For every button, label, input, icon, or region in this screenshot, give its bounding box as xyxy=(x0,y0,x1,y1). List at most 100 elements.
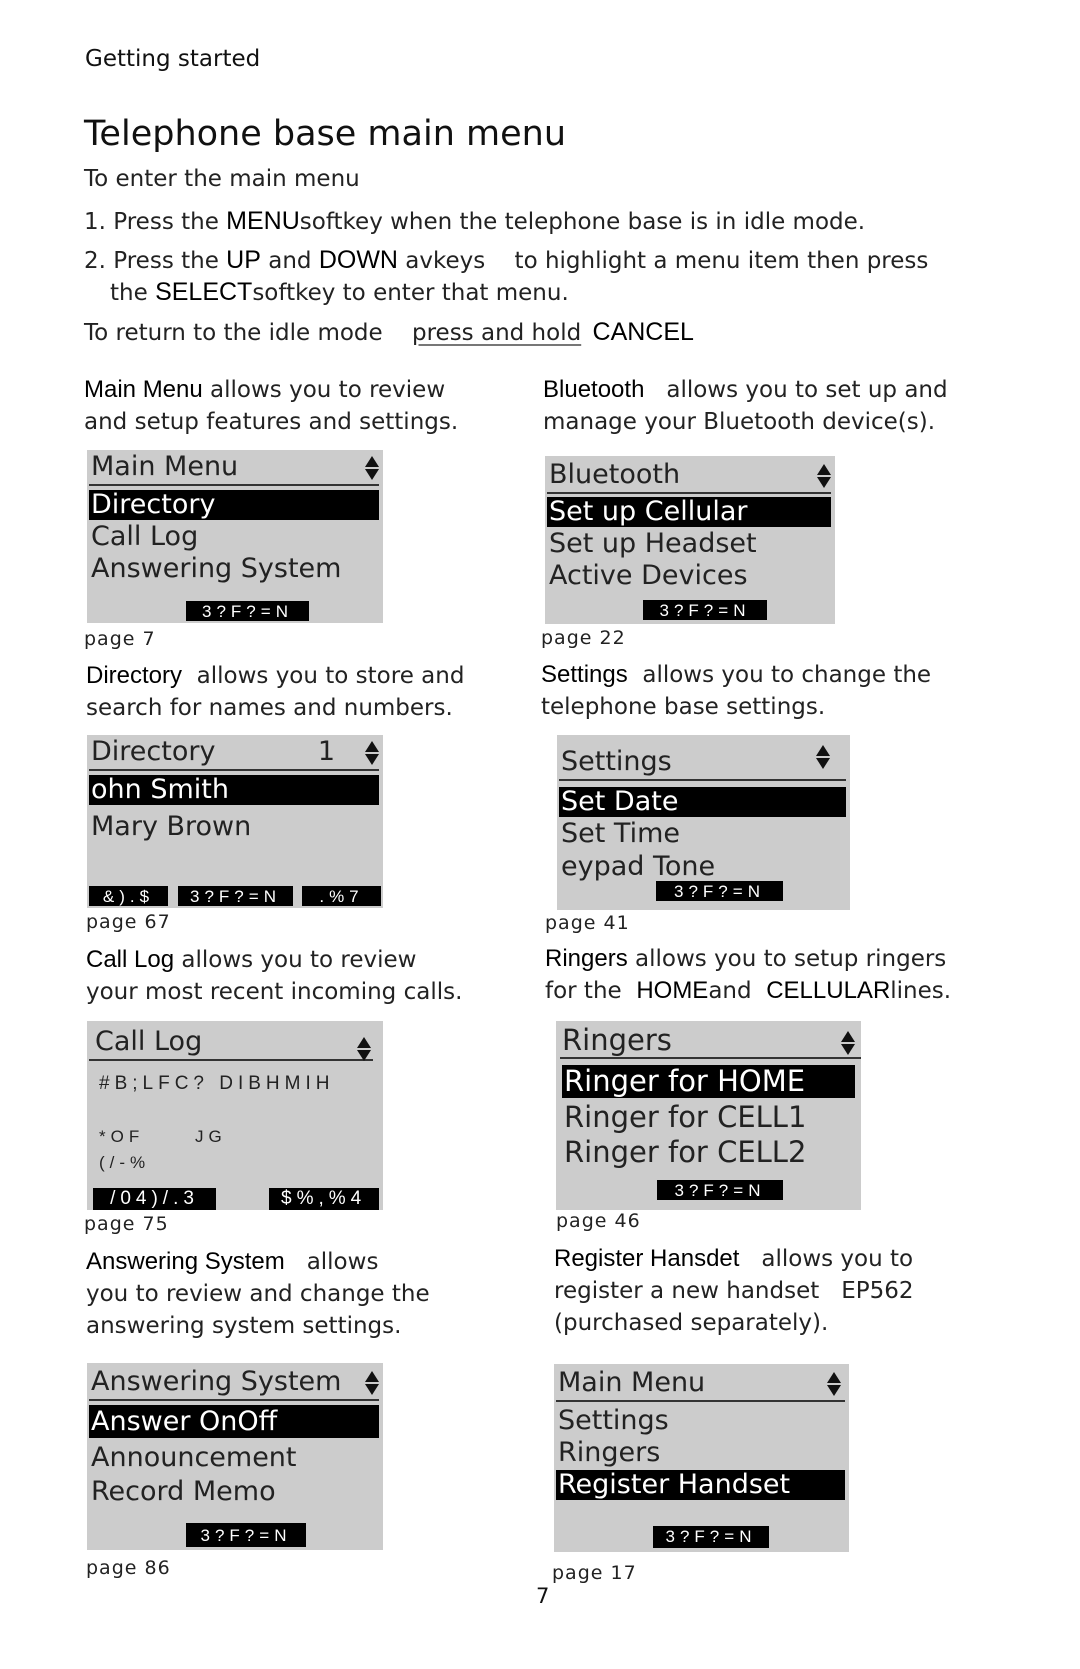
softkey-back[interactable]: 3?F?=N xyxy=(186,1523,306,1547)
settings-description: Settings allows you to change the teleph… xyxy=(541,659,931,723)
call-log-desc-1: allows you to review xyxy=(181,947,417,973)
bluetooth-screen: Bluetooth Set up Cellular Set up Headset… xyxy=(545,456,835,624)
bluetooth-desc-2: manage your Bluetooth device(s). xyxy=(543,409,936,435)
answering-row[interactable]: Announcement xyxy=(89,1441,379,1474)
screen-title: Call Log xyxy=(95,1026,203,1057)
ringers-row-selected[interactable]: Ringer for HOME xyxy=(562,1065,855,1098)
ringers-row[interactable]: Ringer for CELL1 xyxy=(562,1101,857,1134)
answering-system-screen: Answering System Answer OnOff Announceme… xyxy=(87,1363,383,1550)
entry-count: 1 xyxy=(317,736,335,767)
directory-page-ref: page 67 xyxy=(86,911,171,933)
register-desc-3: (purchased separately). xyxy=(554,1310,829,1336)
ringers-desc-2-post: lines. xyxy=(890,978,952,1004)
settings-page-ref: page 41 xyxy=(545,912,630,934)
cellular-keyword: CELLULAR xyxy=(766,977,891,1004)
step-2-text-post: to highlight a menu item then press xyxy=(514,248,929,274)
scroll-arrows-icon[interactable] xyxy=(841,1031,855,1055)
bluetooth-row[interactable]: Set up Headset xyxy=(547,529,831,559)
scroll-arrows-icon[interactable] xyxy=(365,741,379,765)
ringers-desc-2-mid: and xyxy=(708,978,752,1004)
register-menu-row-selected[interactable]: Register Handset xyxy=(556,1470,845,1500)
step-1-text-pre: Press the xyxy=(113,209,219,235)
register-handset-page-ref: page 17 xyxy=(552,1562,637,1584)
main-menu-page-ref: page 7 xyxy=(84,628,156,650)
answering-row-selected[interactable]: Answer OnOff xyxy=(89,1405,379,1438)
ringers-page-ref: page 46 xyxy=(556,1210,641,1232)
register-handset-keyword: Register Hansdet xyxy=(554,1245,740,1272)
page-number: 7 xyxy=(536,1584,550,1608)
menu-row[interactable]: Answering System xyxy=(89,554,379,584)
answering-desc-2: you to review and change the xyxy=(86,1281,430,1307)
answering-desc-1: allows xyxy=(306,1249,379,1275)
bluetooth-row-selected[interactable]: Set up Cellular xyxy=(547,497,831,527)
step-2-number: 2. xyxy=(84,248,106,274)
settings-row-selected[interactable]: Set Date xyxy=(559,787,846,817)
scroll-arrows-icon[interactable] xyxy=(365,1371,379,1395)
section-label: Getting started xyxy=(85,46,261,72)
directory-desc-1: allows you to store and xyxy=(196,663,465,689)
bluetooth-row[interactable]: Active Devices xyxy=(547,561,831,591)
return-instruction: To return to the idle mode press and hol… xyxy=(84,318,694,347)
bluetooth-desc-1: allows you to set up and xyxy=(666,377,948,403)
softkey-right[interactable]: $%,%4 xyxy=(269,1188,379,1210)
screen-header: Bluetooth xyxy=(547,458,831,494)
directory-row[interactable]: Mary Brown xyxy=(89,812,379,842)
scroll-arrows-icon[interactable] xyxy=(817,464,831,488)
softkey-back[interactable]: 3?F?=N xyxy=(657,1180,783,1200)
call-entry-name: #B;LFC? DIBHMIH xyxy=(99,1073,335,1094)
softkey-right[interactable]: .%7 xyxy=(302,886,381,906)
answering-system-description: Answering System allows you to review an… xyxy=(86,1246,430,1342)
screen-header: Directory 1 xyxy=(89,735,379,771)
call-log-desc-2: your most recent incoming calls. xyxy=(86,979,463,1005)
main-menu-description: Main Menu allows you to review and setup… xyxy=(84,374,458,438)
softkey-back[interactable]: 3?F?=N xyxy=(643,600,767,620)
register-handset-description: Register Hansdet allows you to register … xyxy=(554,1243,914,1339)
scroll-arrows-icon[interactable] xyxy=(365,456,379,480)
answering-row[interactable]: Record Memo xyxy=(89,1475,379,1508)
call-entry-date: *OF xyxy=(99,1127,145,1146)
press-and-hold-link[interactable]: press and hold xyxy=(412,320,581,346)
softkey-back[interactable]: 3?F?=N xyxy=(186,601,309,621)
register-menu-row[interactable]: Ringers xyxy=(556,1438,845,1468)
step-2-line-1: 2. Press the UP and DOWN avkeys to highl… xyxy=(84,246,928,275)
softkey-back[interactable]: 3?F?=N xyxy=(656,881,783,901)
menu-row-selected[interactable]: Directory xyxy=(89,490,379,520)
screen-header: Ringers xyxy=(560,1023,861,1059)
step-2-text-avkeys: avkeys xyxy=(405,248,486,274)
directory-screen: Directory 1 ohn Smith Mary Brown &).$ 3?… xyxy=(87,735,383,908)
settings-screen: Settings Set Date Set Time eypad Tone 3?… xyxy=(557,735,850,910)
step-2-line2-pre: the xyxy=(110,280,148,306)
menu-row[interactable]: Call Log xyxy=(89,522,379,552)
screen-header: Main Menu xyxy=(556,1366,845,1402)
settings-desc-1: allows you to change the xyxy=(642,662,932,688)
settings-row[interactable]: Set Time xyxy=(559,819,846,849)
scroll-arrows-icon[interactable] xyxy=(827,1372,841,1396)
screen-title: Ringers xyxy=(562,1023,672,1057)
call-entry-time: JG xyxy=(195,1127,227,1146)
screen-title: Answering System xyxy=(91,1366,342,1397)
softkey-middle[interactable]: 3?F?=N xyxy=(178,886,293,906)
answering-system-keyword: Answering System xyxy=(86,1248,285,1275)
step-1-text-post: softkey when the telephone base is in id… xyxy=(299,209,866,235)
register-desc-2: register a new handset xyxy=(554,1278,820,1304)
softkey-left[interactable]: /04)/.3 xyxy=(93,1188,216,1210)
softkey-left[interactable]: &).$ xyxy=(89,886,168,906)
main-menu-keyword: Main Menu xyxy=(84,376,203,403)
step-1: 1. Press the MENUsoftkey when the teleph… xyxy=(84,207,865,236)
scroll-arrows-icon[interactable] xyxy=(357,1037,371,1061)
answering-desc-3: answering system settings. xyxy=(86,1313,402,1339)
directory-row-selected[interactable]: ohn Smith xyxy=(89,775,379,805)
settings-row[interactable]: eypad Tone xyxy=(559,852,846,882)
step-1-number: 1. xyxy=(84,209,106,235)
up-key-label: UP xyxy=(226,246,261,274)
main-menu-screen: Main Menu Directory Call Log Answering S… xyxy=(87,450,383,623)
softkey-back[interactable]: 3?F?=N xyxy=(653,1526,769,1548)
call-log-page-ref: page 75 xyxy=(84,1213,169,1235)
home-keyword: HOME xyxy=(636,977,709,1004)
screen-header: Settings xyxy=(559,745,846,781)
ringers-row[interactable]: Ringer for CELL2 xyxy=(562,1136,857,1169)
scroll-arrows-icon[interactable] xyxy=(816,745,830,769)
ringers-desc-1: allows you to setup ringers xyxy=(635,946,947,972)
register-menu-row[interactable]: Settings xyxy=(556,1406,845,1436)
screen-title: Main Menu xyxy=(91,451,239,482)
